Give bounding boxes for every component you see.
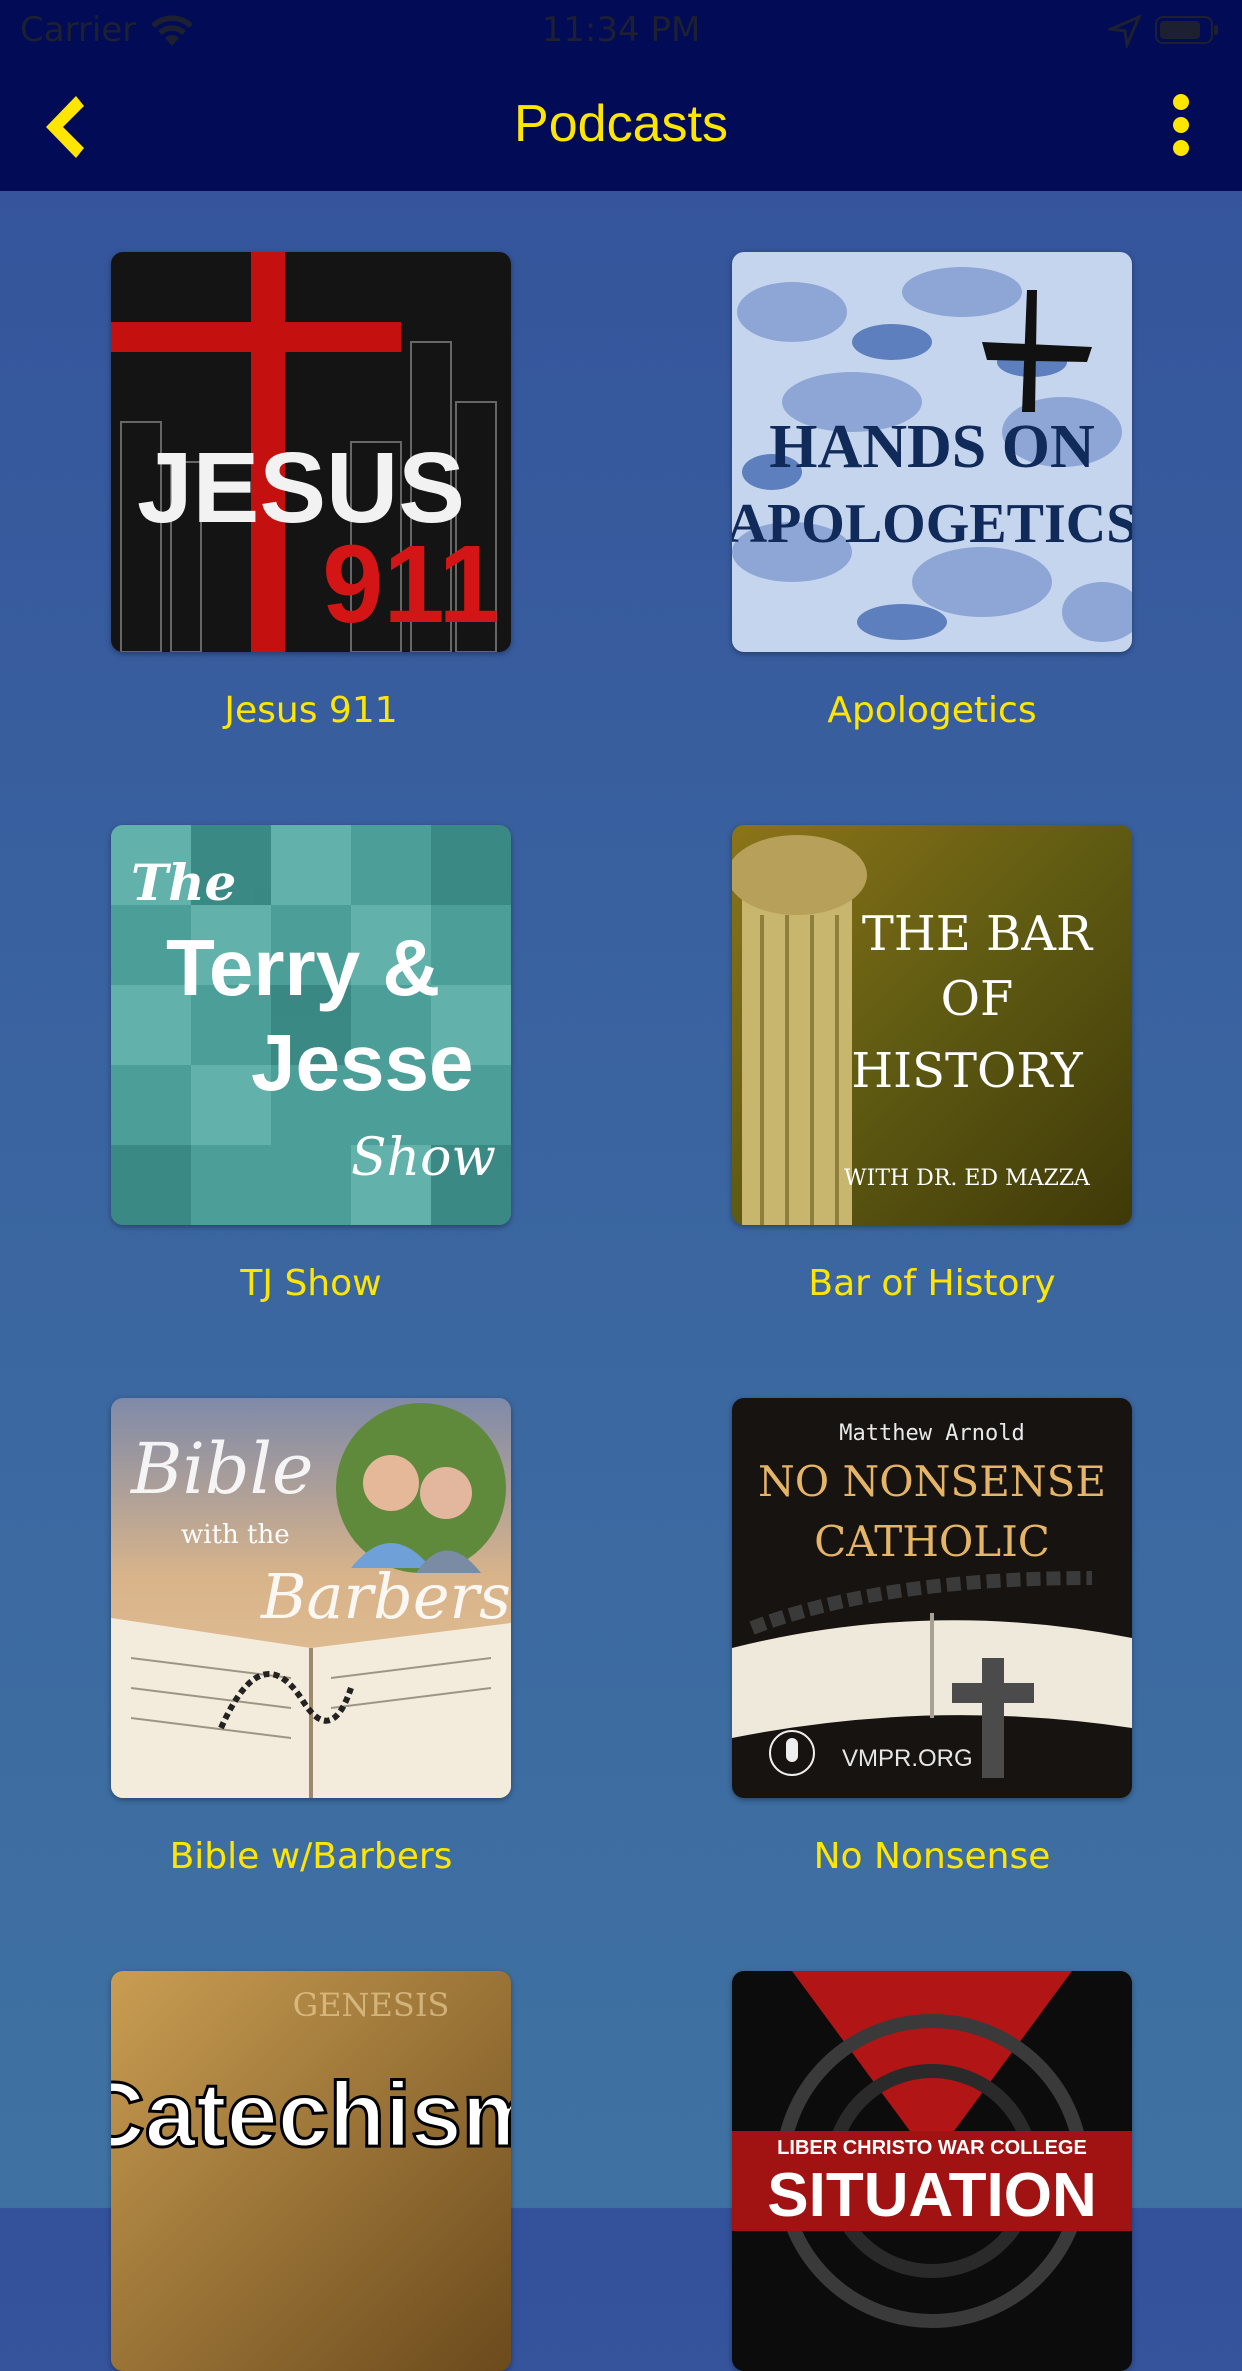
cover-text-terry: Terry &: [166, 923, 440, 1012]
nav-bar: Podcasts: [0, 62, 1242, 191]
podcast-label: TJ Show: [240, 1263, 382, 1304]
podcast-label: Bar of History: [808, 1263, 1056, 1304]
location-arrow-icon: [1108, 14, 1142, 48]
podcast-tile-catechism[interactable]: GENESIS Catechism: [111, 1971, 511, 2371]
podcast-tile-bible-barbers[interactable]: Bible with the Barbers Bible w/Barbers: [111, 1398, 511, 1877]
battery-icon: [1155, 16, 1218, 44]
podcast-cover-apologetics: HANDS ON APOLOGETICS: [732, 252, 1132, 652]
more-vertical-icon[interactable]: [1163, 90, 1199, 160]
cover-text-with-the: with the: [181, 1520, 290, 1550]
podcast-cover-bible-barbers: Bible with the Barbers: [111, 1398, 511, 1798]
podcast-tile-bar-of-history[interactable]: THE BAR OF HISTORY WITH DR. ED MAZZA Bar…: [732, 825, 1132, 1304]
podcast-tile-apologetics[interactable]: HANDS ON APOLOGETICS Apologetics: [732, 252, 1132, 731]
podcast-label: Jesus 911: [224, 690, 398, 731]
podcast-label: Apologetics: [827, 690, 1037, 731]
cover-text-hands-on: HANDS ON: [769, 413, 1095, 481]
podcast-label: No Nonsense: [813, 1836, 1051, 1877]
cover-text-liber-christo: LIBER CHRISTO WAR COLLEGE: [777, 2137, 1087, 2159]
podcast-cover-situation: LIBER CHRISTO WAR COLLEGE SITUATION: [732, 1971, 1132, 2371]
page-title: Podcasts: [514, 95, 728, 153]
podcast-cover-bar-of-history: THE BAR OF HISTORY WITH DR. ED MAZZA: [732, 825, 1132, 1225]
cover-text-apologetics: APOLOGETICS: [732, 493, 1132, 555]
cover-text-911: 911: [322, 523, 499, 646]
cover-text-the: The: [131, 853, 236, 912]
cover-text-jesse: Jesse: [251, 1018, 473, 1107]
cover-text-catechism: Catechism: [111, 2064, 511, 2166]
top-bar: Carrier 11:34 PM Podcasts: [0, 0, 1242, 191]
status-bar: Carrier 11:34 PM: [0, 0, 1242, 62]
cover-text-show: Show: [351, 1128, 496, 1188]
status-time: 11:34 PM: [541, 10, 701, 50]
podcast-grid: JESUS 911 Jesus 911 HANDS ON APOLOGETICS…: [0, 191, 1242, 2371]
podcast-cover-no-nonsense: Matthew Arnold NO NONSENSE CATHOLIC VMPR…: [732, 1398, 1132, 1798]
cover-text-author: Matthew Arnold: [839, 1421, 1024, 1446]
cover-text-no-nonsense: NO NONSENSE: [758, 1457, 1106, 1506]
cover-text-barbers: Barbers: [260, 1560, 511, 1633]
podcast-tile-tj-show[interactable]: The Terry & Jesse Show TJ Show: [111, 825, 511, 1304]
podcast-tile-no-nonsense[interactable]: Matthew Arnold NO NONSENSE CATHOLIC VMPR…: [732, 1398, 1132, 1877]
cover-text-of: OF: [941, 971, 1014, 1027]
cover-text-catholic: CATHOLIC: [814, 1517, 1050, 1566]
cover-text-history: HISTORY: [851, 1043, 1084, 1099]
podcast-tile-situation[interactable]: LIBER CHRISTO WAR COLLEGE SITUATION: [732, 1971, 1132, 2371]
cover-text-bible: Bible: [129, 1428, 313, 1510]
podcast-cover-jesus-911: JESUS 911: [111, 252, 511, 652]
cover-text-ed-mazza: WITH DR. ED MAZZA: [844, 1166, 1091, 1191]
cover-text-genesis: GENESIS: [293, 1986, 450, 2024]
podcast-cover-tj-show: The Terry & Jesse Show: [111, 825, 511, 1225]
cover-text-vmpr: VMPR.ORG: [842, 1745, 973, 1772]
cover-text-situation: SITUATION: [767, 2161, 1097, 2230]
cover-text-the-bar: THE BAR: [862, 906, 1094, 962]
podcast-label: Bible w/Barbers: [169, 1836, 453, 1877]
podcast-cover-catechism: GENESIS Catechism: [111, 1971, 511, 2371]
podcast-tile-jesus-911[interactable]: JESUS 911 Jesus 911: [111, 252, 511, 731]
